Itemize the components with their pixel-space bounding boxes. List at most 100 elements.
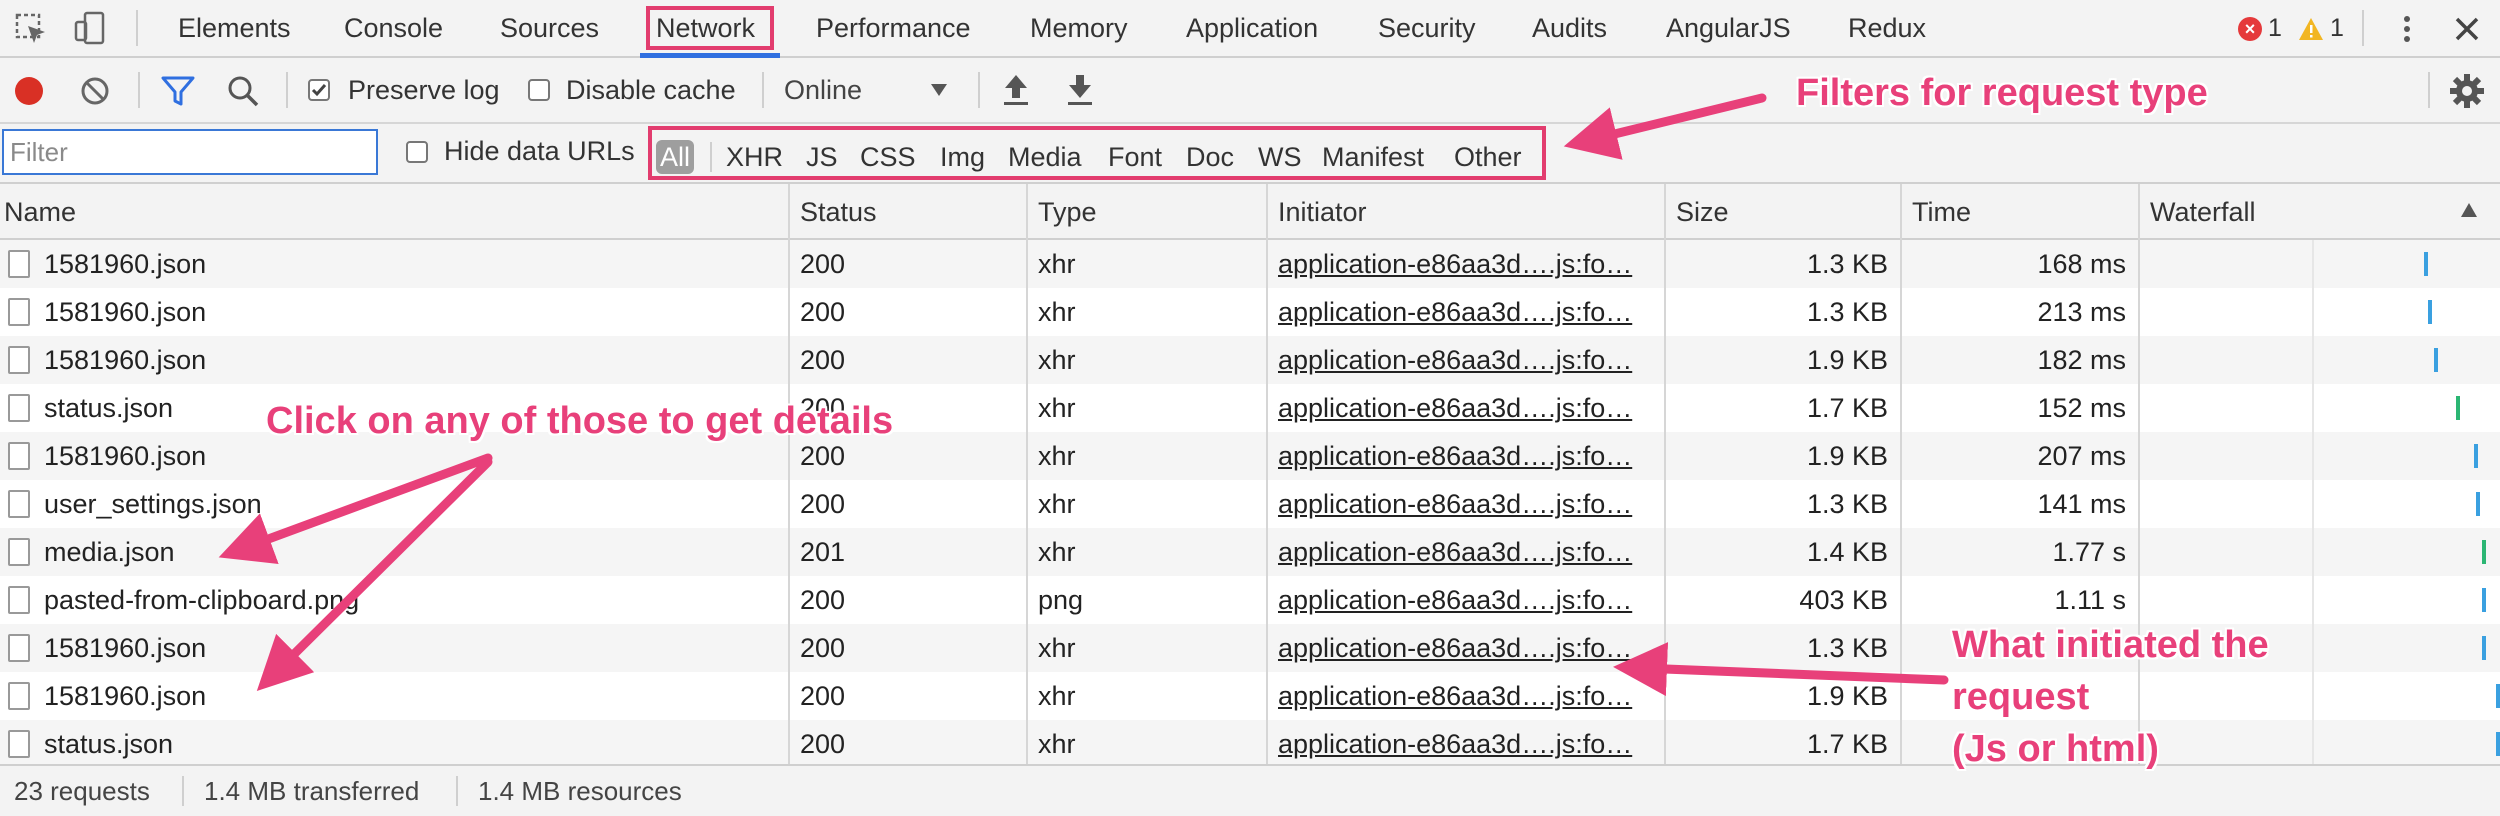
request-time: 1.11 s <box>2054 585 2126 615</box>
request-name[interactable]: 1581960.json <box>44 624 774 672</box>
request-status: 200 <box>800 633 846 663</box>
request-initiator-link[interactable]: application-e86aa3d….js:fo… <box>1278 288 1650 336</box>
tab-angularjs[interactable]: AngularJS <box>1666 0 1791 56</box>
sort-up-icon[interactable] <box>2460 202 2478 218</box>
column-header-time[interactable]: Time <box>1912 184 1971 240</box>
disable-cache-label[interactable]: Disable cache <box>566 75 736 106</box>
tab-elements[interactable]: Elements <box>178 0 291 56</box>
device-icon[interactable] <box>72 10 110 48</box>
request-name[interactable]: pasted-from-clipboard.png <box>44 576 774 624</box>
file-icon <box>8 586 30 614</box>
warning-counter[interactable]: 1 <box>2298 0 2344 56</box>
tab-memory[interactable]: Memory <box>1030 0 1128 56</box>
import-icon[interactable] <box>1000 72 1032 108</box>
type-filter-other[interactable]: Other <box>1454 140 1522 174</box>
waterfall-bar <box>2482 588 2486 612</box>
tab-audits[interactable]: Audits <box>1532 0 1607 56</box>
request-name[interactable]: 1581960.json <box>44 240 774 288</box>
type-filter-font[interactable]: Font <box>1108 140 1162 174</box>
request-initiator-link[interactable]: application-e86aa3d….js:fo… <box>1278 672 1650 720</box>
preserve-log-label[interactable]: Preserve log <box>348 75 500 106</box>
request-initiator-link[interactable]: application-e86aa3d….js:fo… <box>1278 528 1650 576</box>
request-time: 168 ms <box>2037 249 2126 279</box>
request-initiator-link[interactable]: application-e86aa3d….js:fo… <box>1278 240 1650 288</box>
filter-input[interactable] <box>2 129 378 175</box>
request-initiator-link[interactable]: application-e86aa3d….js:fo… <box>1278 624 1650 672</box>
table-row[interactable]: 1581960.json 200 xhr application-e86aa3d….j… <box>0 672 2500 720</box>
column-divider <box>1266 184 1268 764</box>
request-status: 200 <box>800 489 846 519</box>
table-row[interactable]: user_settings.json 200 xhr application-e86a… <box>0 480 2500 528</box>
type-filter-media[interactable]: Media <box>1008 140 1082 174</box>
hide-data-urls-checkbox[interactable] <box>406 141 428 163</box>
request-name[interactable]: 1581960.json <box>44 288 774 336</box>
type-filter-js[interactable]: JS <box>806 140 838 174</box>
request-initiator-link[interactable]: application-e86aa3d….js:fo… <box>1278 384 1650 432</box>
request-size: 1.4 KB <box>1806 537 1888 567</box>
hide-data-urls-label[interactable]: Hide data URLs <box>444 136 635 167</box>
type-filter-manifest[interactable]: Manifest <box>1322 140 1424 174</box>
tab-sources[interactable]: Sources <box>500 0 599 56</box>
request-time: 141 ms <box>2037 489 2126 519</box>
table-row[interactable]: 1581960.json 200 xhr application-e86aa3d….j… <box>0 288 2500 336</box>
request-status: 201 <box>800 537 846 567</box>
column-header-initiator[interactable]: Initiator <box>1278 184 1367 240</box>
request-type: xhr <box>1038 489 1076 519</box>
table-row[interactable]: 1581960.json 200 xhr application-e86aa3d….j… <box>0 336 2500 384</box>
disable-cache-checkbox[interactable] <box>528 79 550 101</box>
tab-redux[interactable]: Redux <box>1848 0 1926 56</box>
type-filter-css[interactable]: CSS <box>860 140 916 174</box>
inspect-icon[interactable] <box>12 10 50 48</box>
clear-icon[interactable] <box>78 74 112 108</box>
table-row[interactable]: media.json 201 xhr application-e86aa3d….js:… <box>0 528 2500 576</box>
column-header-status[interactable]: Status <box>800 184 877 240</box>
table-row[interactable]: pasted-from-clipboard.png 200 png applicati… <box>0 576 2500 624</box>
type-filter-xhr[interactable]: XHR <box>726 140 783 174</box>
request-name[interactable]: media.json <box>44 528 774 576</box>
throttling-select[interactable]: Online <box>784 75 954 106</box>
request-status: 200 <box>800 585 846 615</box>
column-header-type[interactable]: Type <box>1038 184 1097 240</box>
table-row[interactable]: 1581960.json 200 xhr application-e86aa3d….j… <box>0 240 2500 288</box>
tab-performance[interactable]: Performance <box>816 0 971 56</box>
request-name[interactable]: 1581960.json <box>44 336 774 384</box>
preserve-log-checkbox[interactable] <box>308 79 330 101</box>
request-type: xhr <box>1038 633 1076 663</box>
tab-application[interactable]: Application <box>1186 0 1318 56</box>
gear-icon[interactable] <box>2448 72 2486 110</box>
request-time: 152 ms <box>2037 393 2126 423</box>
request-initiator-link[interactable]: application-e86aa3d….js:fo… <box>1278 432 1650 480</box>
request-initiator-link[interactable]: application-e86aa3d….js:fo… <box>1278 720 1650 768</box>
request-status: 200 <box>800 729 846 759</box>
status-divider <box>456 776 458 806</box>
request-initiator-link[interactable]: application-e86aa3d….js:fo… <box>1278 576 1650 624</box>
filter-icon[interactable] <box>160 74 196 108</box>
column-header-name[interactable]: Name <box>4 184 76 240</box>
export-icon[interactable] <box>1064 72 1096 108</box>
error-counter[interactable]: × 1 <box>2238 0 2282 56</box>
record-icon[interactable] <box>12 74 46 108</box>
file-icon <box>8 298 30 326</box>
search-icon[interactable] <box>226 74 260 108</box>
request-name[interactable]: user_settings.json <box>44 480 774 528</box>
tab-security[interactable]: Security <box>1378 0 1476 56</box>
column-divider <box>2138 184 2140 764</box>
tab-network[interactable]: Network <box>656 0 755 56</box>
request-size: 1.7 KB <box>1806 393 1888 423</box>
type-filter-ws[interactable]: WS <box>1258 140 1302 174</box>
more-icon[interactable] <box>2388 10 2426 48</box>
type-filter-img[interactable]: Img <box>940 140 985 174</box>
column-header-size[interactable]: Size <box>1676 184 1729 240</box>
waterfall-bar <box>2474 444 2478 468</box>
request-name[interactable]: 1581960.json <box>44 672 774 720</box>
column-header-waterfall[interactable]: Waterfall <box>2150 184 2256 240</box>
request-initiator-link[interactable]: application-e86aa3d….js:fo… <box>1278 480 1650 528</box>
request-status: 200 <box>800 345 846 375</box>
tab-console[interactable]: Console <box>344 0 443 56</box>
request-name[interactable]: status.json <box>44 720 774 768</box>
request-initiator-link[interactable]: application-e86aa3d….js:fo… <box>1278 336 1650 384</box>
close-icon[interactable] <box>2448 10 2486 48</box>
type-filter-doc[interactable]: Doc <box>1186 140 1234 174</box>
type-filter-all[interactable]: All <box>656 140 695 174</box>
throttling-value: Online <box>784 75 863 105</box>
